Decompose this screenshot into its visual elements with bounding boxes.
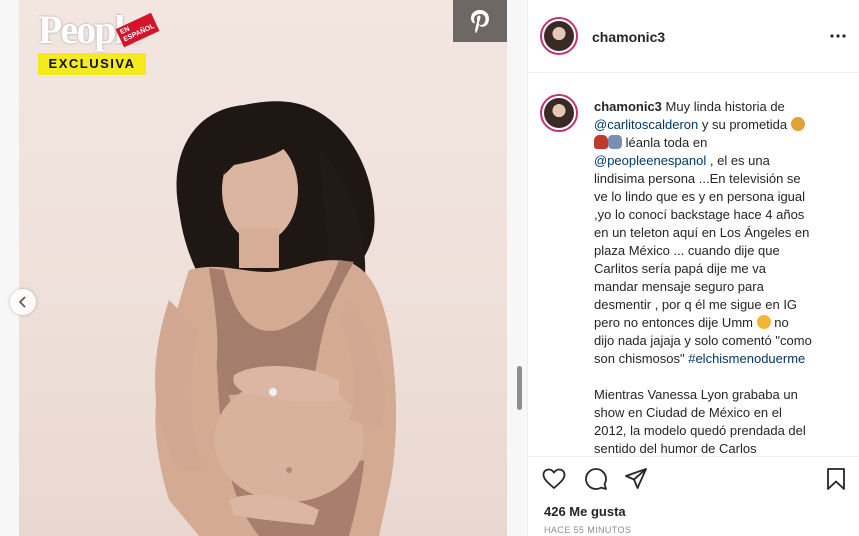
post-timestamp[interactable]: HACE 55 MINUTOS xyxy=(544,525,631,535)
more-options-button[interactable] xyxy=(828,26,848,46)
post-photo xyxy=(155,101,397,536)
pinterest-icon xyxy=(471,10,489,33)
pinterest-save-button[interactable] xyxy=(453,0,507,42)
pray-emoji-icon xyxy=(608,135,622,149)
caption-paragraph: Mientras Vanessa Lyon grababa un show en… xyxy=(594,387,806,456)
previous-image-button[interactable] xyxy=(10,289,36,315)
mention-link[interactable]: @carlitoscalderon xyxy=(594,117,698,132)
caption-part4: , el es una lindisima persona ...En tele… xyxy=(594,153,810,330)
post-image-panel: People EN ESPAÑOL EXCLUSIVA xyxy=(0,0,527,536)
post-sidebar: chamonic3 chamonic3 Muy linda historia d… xyxy=(527,0,859,536)
caption-username[interactable]: chamonic3 xyxy=(594,99,662,114)
caption-avatar[interactable] xyxy=(540,94,578,132)
likes-count[interactable]: 426 Me gusta xyxy=(544,504,626,519)
like-button[interactable] xyxy=(540,465,568,493)
caption-part3: léanla toda en xyxy=(625,135,708,150)
more-dots-icon xyxy=(830,34,846,38)
caption-text: chamonic3 Muy linda historia de @carlito… xyxy=(594,98,812,456)
bookmark-icon xyxy=(827,468,845,490)
comment-button[interactable] xyxy=(582,465,610,493)
bear-emoji-icon xyxy=(790,117,805,131)
comment-icon xyxy=(585,468,607,490)
post-header: chamonic3 xyxy=(528,0,859,73)
woman-emoji-icon xyxy=(594,135,608,149)
caption-intro: Muy linda historia de xyxy=(665,99,785,114)
image-gutter-left xyxy=(0,0,19,536)
chevron-left-icon xyxy=(18,296,26,308)
avatar[interactable] xyxy=(540,17,578,55)
caption-scroll-area[interactable]: chamonic3 Muy linda historia de @carlito… xyxy=(528,74,859,456)
caption-scrollbar[interactable] xyxy=(517,366,522,410)
post-username[interactable]: chamonic3 xyxy=(592,29,665,45)
exclusive-tag: EXCLUSIVA xyxy=(38,53,146,75)
caption-avatar-image xyxy=(544,98,574,128)
paper-plane-icon xyxy=(625,468,647,489)
heart-icon xyxy=(542,468,566,489)
save-button[interactable] xyxy=(822,465,850,493)
thinking-emoji-icon xyxy=(756,315,771,329)
avatar-image xyxy=(544,21,574,51)
people-logo: People EN ESPAÑOL EXCLUSIVA xyxy=(38,8,160,76)
hashtag-link[interactable]: #elchismenoduerme xyxy=(688,351,805,366)
mention-link[interactable]: @peopleenespanol xyxy=(594,153,706,168)
image-gutter-right xyxy=(507,0,527,536)
caption-part2: y su prometida xyxy=(701,117,788,132)
post-actions: 426 Me gusta HACE 55 MINUTOS xyxy=(528,456,859,536)
share-button[interactable] xyxy=(622,465,650,493)
